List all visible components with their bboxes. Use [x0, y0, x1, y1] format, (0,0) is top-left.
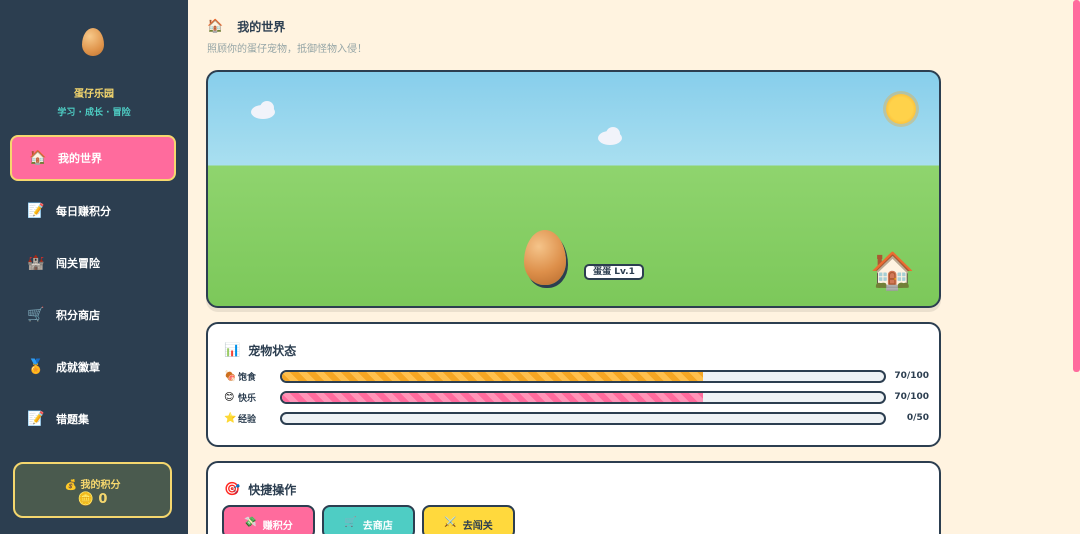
egg-icon [82, 28, 104, 56]
card-title: 🎯 快捷操作 [224, 482, 297, 497]
meat-icon: 🍖 [224, 370, 237, 382]
stat-label: 快乐 [238, 393, 257, 404]
sidebar-item-shop[interactable]: 🛒 积分商店 [10, 292, 176, 338]
memo-icon: 📝 [27, 411, 45, 427]
memo-icon: 📝 [27, 203, 45, 219]
card-title: 📊 宠物状态 [224, 343, 297, 358]
crossed-swords-icon: ⚔️ [444, 517, 457, 528]
sidebar-item-mistakes[interactable]: 📝 错题集 [10, 396, 176, 442]
points-label: 💰 我的积分 [64, 480, 121, 491]
experience-bar [280, 411, 886, 425]
pet-status-card: 📊 宠物状态 🍖 饱食 70/100 😊 快乐 70/100 ⭐ 经验 0/50 [206, 322, 941, 447]
pet-name-tag: 蛋蛋 Lv.1 [584, 264, 644, 280]
page-subtitle: 照顾你的蛋仔宠物，抵御怪物入侵！ [207, 44, 367, 55]
stat-label: 饱食 [238, 372, 257, 383]
sidebar-item-daily-points[interactable]: 📝 每日赚积分 [10, 188, 176, 234]
stat-label: 经验 [238, 414, 257, 425]
points-value: 🪙 0 [77, 492, 108, 507]
house-icon: 🏠 [29, 150, 47, 166]
sidebar-item-my-world[interactable]: 🏠 我的世界 [10, 135, 176, 181]
page-title: 🏠 我的世界 [207, 18, 285, 35]
stat-value: 70/100 [894, 371, 929, 381]
star-icon: ⭐ [224, 412, 237, 424]
pet-egg[interactable] [524, 230, 566, 285]
sidebar-item-label: 成就徽章 [56, 361, 100, 374]
sidebar-item-badges[interactable]: 🏅 成就徽章 [10, 344, 176, 390]
happiness-bar [280, 390, 886, 404]
smile-icon: 😊 [224, 391, 235, 403]
stat-value: 0/50 [906, 413, 929, 423]
sidebar-item-label: 我的世界 [58, 152, 102, 165]
medal-icon: 🏅 [27, 359, 45, 375]
castle-icon: 🏰 [27, 255, 45, 271]
sidebar-item-adventure[interactable]: 🏰 闯关冒险 [10, 240, 176, 286]
cloud-icon [260, 101, 274, 115]
hunger-bar-fill [282, 371, 704, 381]
money-icon: 💸 [244, 517, 257, 528]
sidebar-item-label: 错题集 [56, 413, 89, 426]
stat-row-experience: ⭐ 经验 0/50 [224, 411, 929, 425]
bar-chart-icon: 📊 [224, 343, 241, 358]
coin-icon: 🪙 [77, 492, 94, 507]
house-icon: 🏠 [207, 19, 224, 34]
cloud-icon [606, 127, 620, 141]
brand-tagline: 学习 · 成长 · 冒险 [57, 108, 131, 118]
quick-actions-card: 🎯 快捷操作 [206, 461, 941, 534]
cart-icon: 🛒 [344, 517, 357, 528]
money-bag-icon: 💰 [64, 480, 77, 491]
sidebar: 蛋仔乐园 学习 · 成长 · 冒险 🏠 我的世界 📝 每日赚积分 🏰 闯关冒险 … [0, 0, 188, 534]
stat-row-happiness: 😊 快乐 70/100 [224, 390, 929, 404]
sun-icon [886, 94, 916, 124]
go-shop-button[interactable]: 🛒 去商店 [322, 505, 415, 534]
earn-points-button[interactable]: 💸 赚积分 [222, 505, 315, 534]
cart-icon: 🛒 [27, 307, 45, 323]
stat-value: 70/100 [894, 392, 929, 402]
stat-row-hunger: 🍖 饱食 70/100 [224, 369, 929, 383]
sidebar-item-label: 闯关冒险 [56, 257, 100, 270]
scrollbar[interactable] [1073, 0, 1080, 372]
go-adventure-button[interactable]: ⚔️ 去闯关 [422, 505, 515, 534]
sidebar-item-label: 每日赚积分 [56, 205, 111, 218]
points-panel: 💰 我的积分 🪙 0 [13, 462, 172, 518]
happiness-bar-fill [282, 392, 704, 402]
sidebar-item-label: 积分商店 [56, 309, 100, 322]
hunger-bar [280, 369, 886, 383]
pet-scene: 蛋蛋 Lv.1 🏠 [206, 70, 941, 308]
brand-name: 蛋仔乐园 [74, 89, 114, 100]
target-icon: 🎯 [224, 482, 241, 497]
house-icon[interactable]: 🏠 [870, 252, 915, 292]
page-title-text: 我的世界 [237, 20, 286, 34]
